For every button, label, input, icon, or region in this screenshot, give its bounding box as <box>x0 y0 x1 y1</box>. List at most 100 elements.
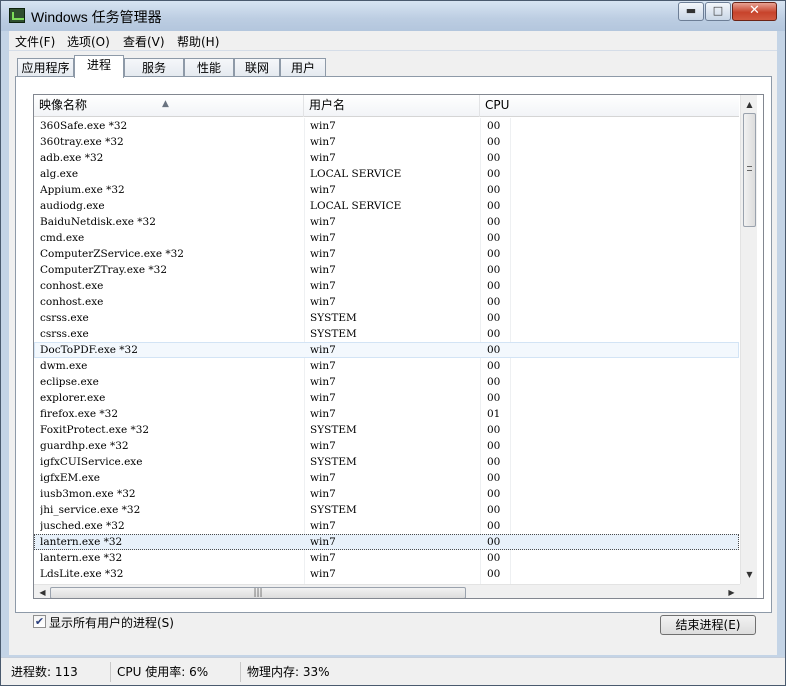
table-row[interactable]: DocToPDF.exe *32 win7 00 <box>34 342 739 358</box>
process-name-cell: adb.exe *32 <box>40 152 104 164</box>
table-row[interactable]: ComputerZService.exe *32 win7 00 <box>34 246 739 262</box>
user-name-cell: win7 <box>310 568 336 580</box>
user-name-cell: win7 <box>310 344 336 356</box>
cpu-cell: 00 <box>487 520 501 532</box>
table-row[interactable]: BaiduNetdisk.exe *32 win7 00 <box>34 214 739 230</box>
column-header-user-name[interactable]: 用户名 <box>304 95 480 117</box>
table-row[interactable]: cmd.exe win7 00 <box>34 230 739 246</box>
table-row[interactable]: conhost.exe win7 00 <box>34 278 739 294</box>
menu-view[interactable]: 查看(V) <box>123 33 165 50</box>
scroll-up-icon[interactable]: ▲ <box>742 97 757 112</box>
column-header-image-name[interactable]: 映像名称 ▲ <box>34 95 304 117</box>
process-name-cell: dwm.exe <box>40 360 88 372</box>
tab-services[interactable]: 服务 <box>124 58 184 77</box>
menu-file[interactable]: 文件(F) <box>15 33 55 50</box>
user-name-cell: win7 <box>310 536 336 548</box>
tab-applications[interactable]: 应用程序 <box>17 58 74 77</box>
table-row[interactable]: explorer.exe win7 00 <box>34 390 739 406</box>
cpu-cell: 00 <box>487 360 501 372</box>
scroll-down-icon[interactable]: ▼ <box>742 567 757 582</box>
table-row[interactable]: jusched.exe *32 win7 00 <box>34 518 739 534</box>
user-name-cell: win7 <box>310 360 336 372</box>
user-name-cell: SYSTEM <box>310 456 357 468</box>
table-row[interactable]: audiodg.exe LOCAL SERVICE 00 <box>34 198 739 214</box>
status-cpu-usage: CPU 使用率: 6% <box>115 662 241 682</box>
process-name-cell: DocToPDF.exe *32 <box>40 344 138 356</box>
table-row[interactable]: LdsLite.exe *32 win7 00 <box>34 566 739 582</box>
process-name-cell: BaiduNetdisk.exe *32 <box>40 216 156 228</box>
column-header-cpu[interactable]: CPU <box>480 95 739 117</box>
user-name-cell: win7 <box>310 392 336 404</box>
table-row[interactable]: 360tray.exe *32 win7 00 <box>34 134 739 150</box>
scroll-right-icon[interactable]: ▶ <box>724 585 739 598</box>
cpu-cell: 00 <box>487 152 501 164</box>
table-row[interactable]: adb.exe *32 win7 00 <box>34 150 739 166</box>
close-button[interactable]: ✕ <box>732 2 777 21</box>
cpu-cell: 00 <box>487 392 501 404</box>
table-row[interactable]: dwm.exe win7 00 <box>34 358 739 374</box>
table-row[interactable]: firefox.exe *32 win7 01 <box>34 406 739 422</box>
table-row[interactable]: alg.exe LOCAL SERVICE 00 <box>34 166 739 182</box>
table-row[interactable]: iusb3mon.exe *32 win7 00 <box>34 486 739 502</box>
cpu-cell: 00 <box>487 504 501 516</box>
user-name-cell: win7 <box>310 232 336 244</box>
table-row[interactable]: eclipse.exe win7 00 <box>34 374 739 390</box>
maximize-button[interactable]: □ <box>705 2 731 21</box>
menu-help[interactable]: 帮助(H) <box>177 33 219 50</box>
user-name-cell: win7 <box>310 248 336 260</box>
table-row[interactable]: csrss.exe SYSTEM 00 <box>34 310 739 326</box>
tab-performance[interactable]: 性能 <box>184 58 234 77</box>
table-row[interactable]: igfxCUIService.exe SYSTEM 00 <box>34 454 739 470</box>
cpu-cell: 00 <box>487 472 501 484</box>
menu-options[interactable]: 选项(O) <box>67 33 110 50</box>
process-name-cell: ComputerZTray.exe *32 <box>40 264 167 276</box>
user-name-cell: win7 <box>310 520 336 532</box>
cpu-cell: 00 <box>487 440 501 452</box>
user-name-cell: SYSTEM <box>310 328 357 340</box>
minimize-button[interactable]: ▬ <box>678 2 704 21</box>
tab-processes[interactable]: 进程 <box>74 55 124 78</box>
user-name-cell: win7 <box>310 296 336 308</box>
horizontal-scrollbar[interactable]: ◀ ||| ▶ <box>34 584 740 598</box>
table-row[interactable]: lantern.exe *32 win7 00 <box>34 550 739 566</box>
process-name-cell: lantern.exe *32 <box>40 552 123 564</box>
table-row[interactable]: guardhp.exe *32 win7 00 <box>34 438 739 454</box>
horizontal-scroll-thumb[interactable]: ||| <box>50 587 466 598</box>
vertical-scroll-thumb[interactable] <box>743 113 756 227</box>
process-name-cell: conhost.exe <box>40 296 104 308</box>
status-process-count: 进程数: 113 <box>9 662 111 682</box>
process-rows: 360Safe.exe *32 win7 00 360tray.exe *32 win7… <box>34 118 739 588</box>
table-row[interactable]: FoxitProtect.exe *32 SYSTEM 00 <box>34 422 739 438</box>
scroll-left-icon[interactable]: ◀ <box>35 585 50 598</box>
cpu-cell: 00 <box>487 456 501 468</box>
process-name-cell: jusched.exe *32 <box>40 520 125 532</box>
table-row[interactable]: conhost.exe win7 00 <box>34 294 739 310</box>
table-row[interactable]: lantern.exe *32 win7 00 <box>34 534 739 550</box>
end-process-button[interactable]: 结束进程(E) <box>660 615 756 635</box>
column-header-label: 映像名称 <box>39 98 88 112</box>
menu-bar: 文件(F) 选项(O) 查看(V) 帮助(H) <box>9 31 777 51</box>
table-row[interactable]: csrss.exe SYSTEM 00 <box>34 326 739 342</box>
tab-users[interactable]: 用户 <box>280 58 326 77</box>
process-name-cell: guardhp.exe *32 <box>40 440 129 452</box>
table-row[interactable]: 360Safe.exe *32 win7 00 <box>34 118 739 134</box>
user-name-cell: win7 <box>310 184 336 196</box>
process-name-cell: iusb3mon.exe *32 <box>40 488 136 500</box>
task-manager-icon <box>9 8 25 23</box>
show-all-users-checkbox[interactable]: ✔ <box>33 615 46 628</box>
show-all-users-label[interactable]: 显示所有用户的进程(S) <box>49 614 174 631</box>
cpu-cell: 00 <box>487 184 501 196</box>
status-bar: 进程数: 113 CPU 使用率: 6% 物理内存: 33% <box>1 657 785 685</box>
process-name-cell: jhi_service.exe *32 <box>40 504 141 516</box>
table-row[interactable]: ComputerZTray.exe *32 win7 00 <box>34 262 739 278</box>
table-row[interactable]: jhi_service.exe *32 SYSTEM 00 <box>34 502 739 518</box>
tab-networking[interactable]: 联网 <box>234 58 280 77</box>
cpu-cell: 00 <box>487 200 501 212</box>
table-row[interactable]: Appium.exe *32 win7 00 <box>34 182 739 198</box>
client-area: 应用程序 进程 服务 性能 联网 用户 映像名称 ▲ 用户名 CPU 360Sa… <box>9 51 777 655</box>
user-name-cell: win7 <box>310 440 336 452</box>
process-list[interactable]: 映像名称 ▲ 用户名 CPU 360Safe.exe *32 win7 00 360t… <box>33 94 764 599</box>
title-bar[interactable]: Windows 任务管理器 ▬ □ ✕ <box>1 1 785 31</box>
vertical-scrollbar[interactable]: ▲ ▼ <box>740 95 757 584</box>
table-row[interactable]: igfxEM.exe win7 00 <box>34 470 739 486</box>
